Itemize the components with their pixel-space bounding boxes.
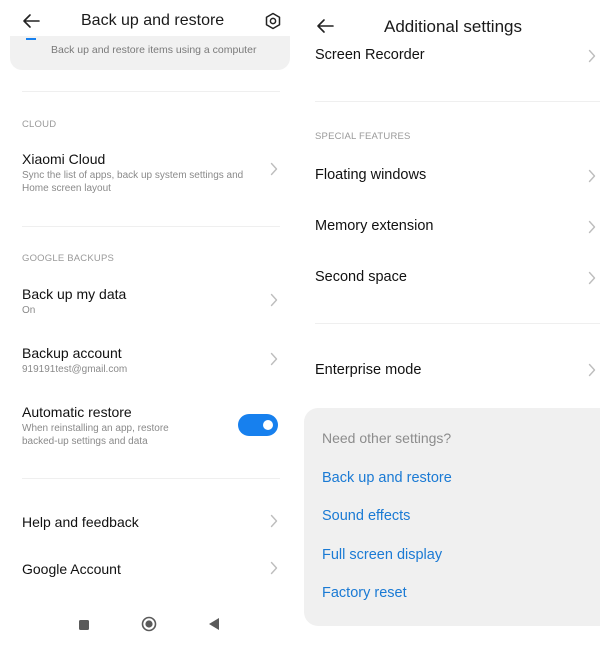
section-google-backups: GOOGLE BACKUPS: [22, 253, 115, 264]
second-space-title: Second space: [315, 269, 407, 285]
back-up-my-data-status: On: [22, 305, 36, 316]
link-sound-effects[interactable]: Sound effects: [322, 508, 410, 524]
xiaomi-cloud-title: Xiaomi Cloud: [22, 151, 106, 167]
automatic-restore-toggle[interactable]: [238, 414, 278, 436]
memory-extension-title: Memory extension: [315, 218, 434, 234]
backup-account-row[interactable]: Backup account 919191test@gmail.com: [0, 339, 300, 381]
recents-square-icon[interactable]: [78, 618, 90, 636]
computer-icon: [26, 38, 36, 40]
memory-extension-row[interactable]: Memory extension: [300, 212, 600, 242]
xiaomi-cloud-subtitle: Sync the list of apps, back up system se…: [22, 170, 244, 194]
enterprise-mode-title: Enterprise mode: [315, 362, 422, 378]
floating-windows-title: Floating windows: [315, 167, 427, 183]
back-up-my-data-row[interactable]: Back up my data On: [0, 280, 300, 322]
computer-backup-card[interactable]: Back up and restore items using a comput…: [10, 36, 290, 70]
card-heading: Need other settings?: [322, 430, 452, 446]
enterprise-mode-row[interactable]: Enterprise mode: [300, 356, 600, 386]
toggle-knob: [263, 420, 273, 430]
section-special-features: SPECIAL FEATURES: [315, 131, 411, 142]
link-back-up-and-restore[interactable]: Back up and restore: [322, 470, 452, 486]
floating-windows-row[interactable]: Floating windows: [300, 161, 600, 191]
divider: [22, 91, 280, 92]
chevron-right-icon: [588, 169, 600, 187]
page-title: Back up and restore: [81, 12, 225, 29]
additional-settings-screen: Additional settings Screen Recorder SPEC…: [300, 0, 600, 645]
google-account-row[interactable]: Google Account: [0, 552, 300, 586]
back-up-my-data-title: Back up my data: [22, 286, 127, 302]
chevron-right-icon: [588, 363, 600, 381]
page-title: Additional settings: [384, 17, 522, 36]
google-account-title: Google Account: [22, 561, 121, 577]
automatic-restore-title: Automatic restore: [22, 404, 132, 420]
automatic-restore-subtitle: When reinstalling an app, restore backed…: [22, 423, 169, 447]
back-arrow-icon[interactable]: [316, 18, 334, 39]
chevron-right-icon: [588, 271, 600, 289]
chevron-right-icon: [270, 293, 282, 311]
card-text: Back up and restore items using a comput…: [51, 44, 257, 56]
divider: [22, 478, 280, 479]
divider: [22, 226, 280, 227]
chevron-right-icon: [588, 220, 600, 238]
help-feedback-title: Help and feedback: [22, 514, 139, 530]
chevron-right-icon: [270, 352, 282, 370]
chevron-right-icon: [270, 561, 282, 579]
link-factory-reset[interactable]: Factory reset: [322, 585, 407, 601]
xiaomi-cloud-row[interactable]: Xiaomi Cloud Sync the list of apps, back…: [0, 145, 300, 201]
help-feedback-row[interactable]: Help and feedback: [0, 505, 300, 539]
chevron-right-icon: [270, 514, 282, 532]
second-space-row[interactable]: Second space: [300, 263, 600, 293]
gear-icon[interactable]: [264, 12, 282, 35]
divider: [315, 323, 600, 324]
divider: [315, 101, 600, 102]
backup-account-email: 919191test@gmail.com: [22, 364, 128, 375]
backup-account-title: Backup account: [22, 345, 122, 361]
section-cloud: CLOUD: [22, 119, 57, 130]
chevron-right-icon: [588, 49, 600, 67]
chevron-right-icon: [270, 162, 282, 180]
screen-recorder-row[interactable]: Screen Recorder: [300, 42, 600, 72]
backup-restore-screen: Back up and restore Back up and restore …: [0, 0, 300, 645]
home-circle-icon[interactable]: [141, 616, 157, 637]
back-arrow-icon[interactable]: [22, 13, 40, 34]
other-settings-card: Need other settings? Back up and restore…: [304, 408, 600, 626]
screen-recorder-title: Screen Recorder: [315, 47, 425, 63]
link-full-screen-display[interactable]: Full screen display: [322, 547, 442, 563]
back-triangle-icon[interactable]: [208, 617, 220, 636]
